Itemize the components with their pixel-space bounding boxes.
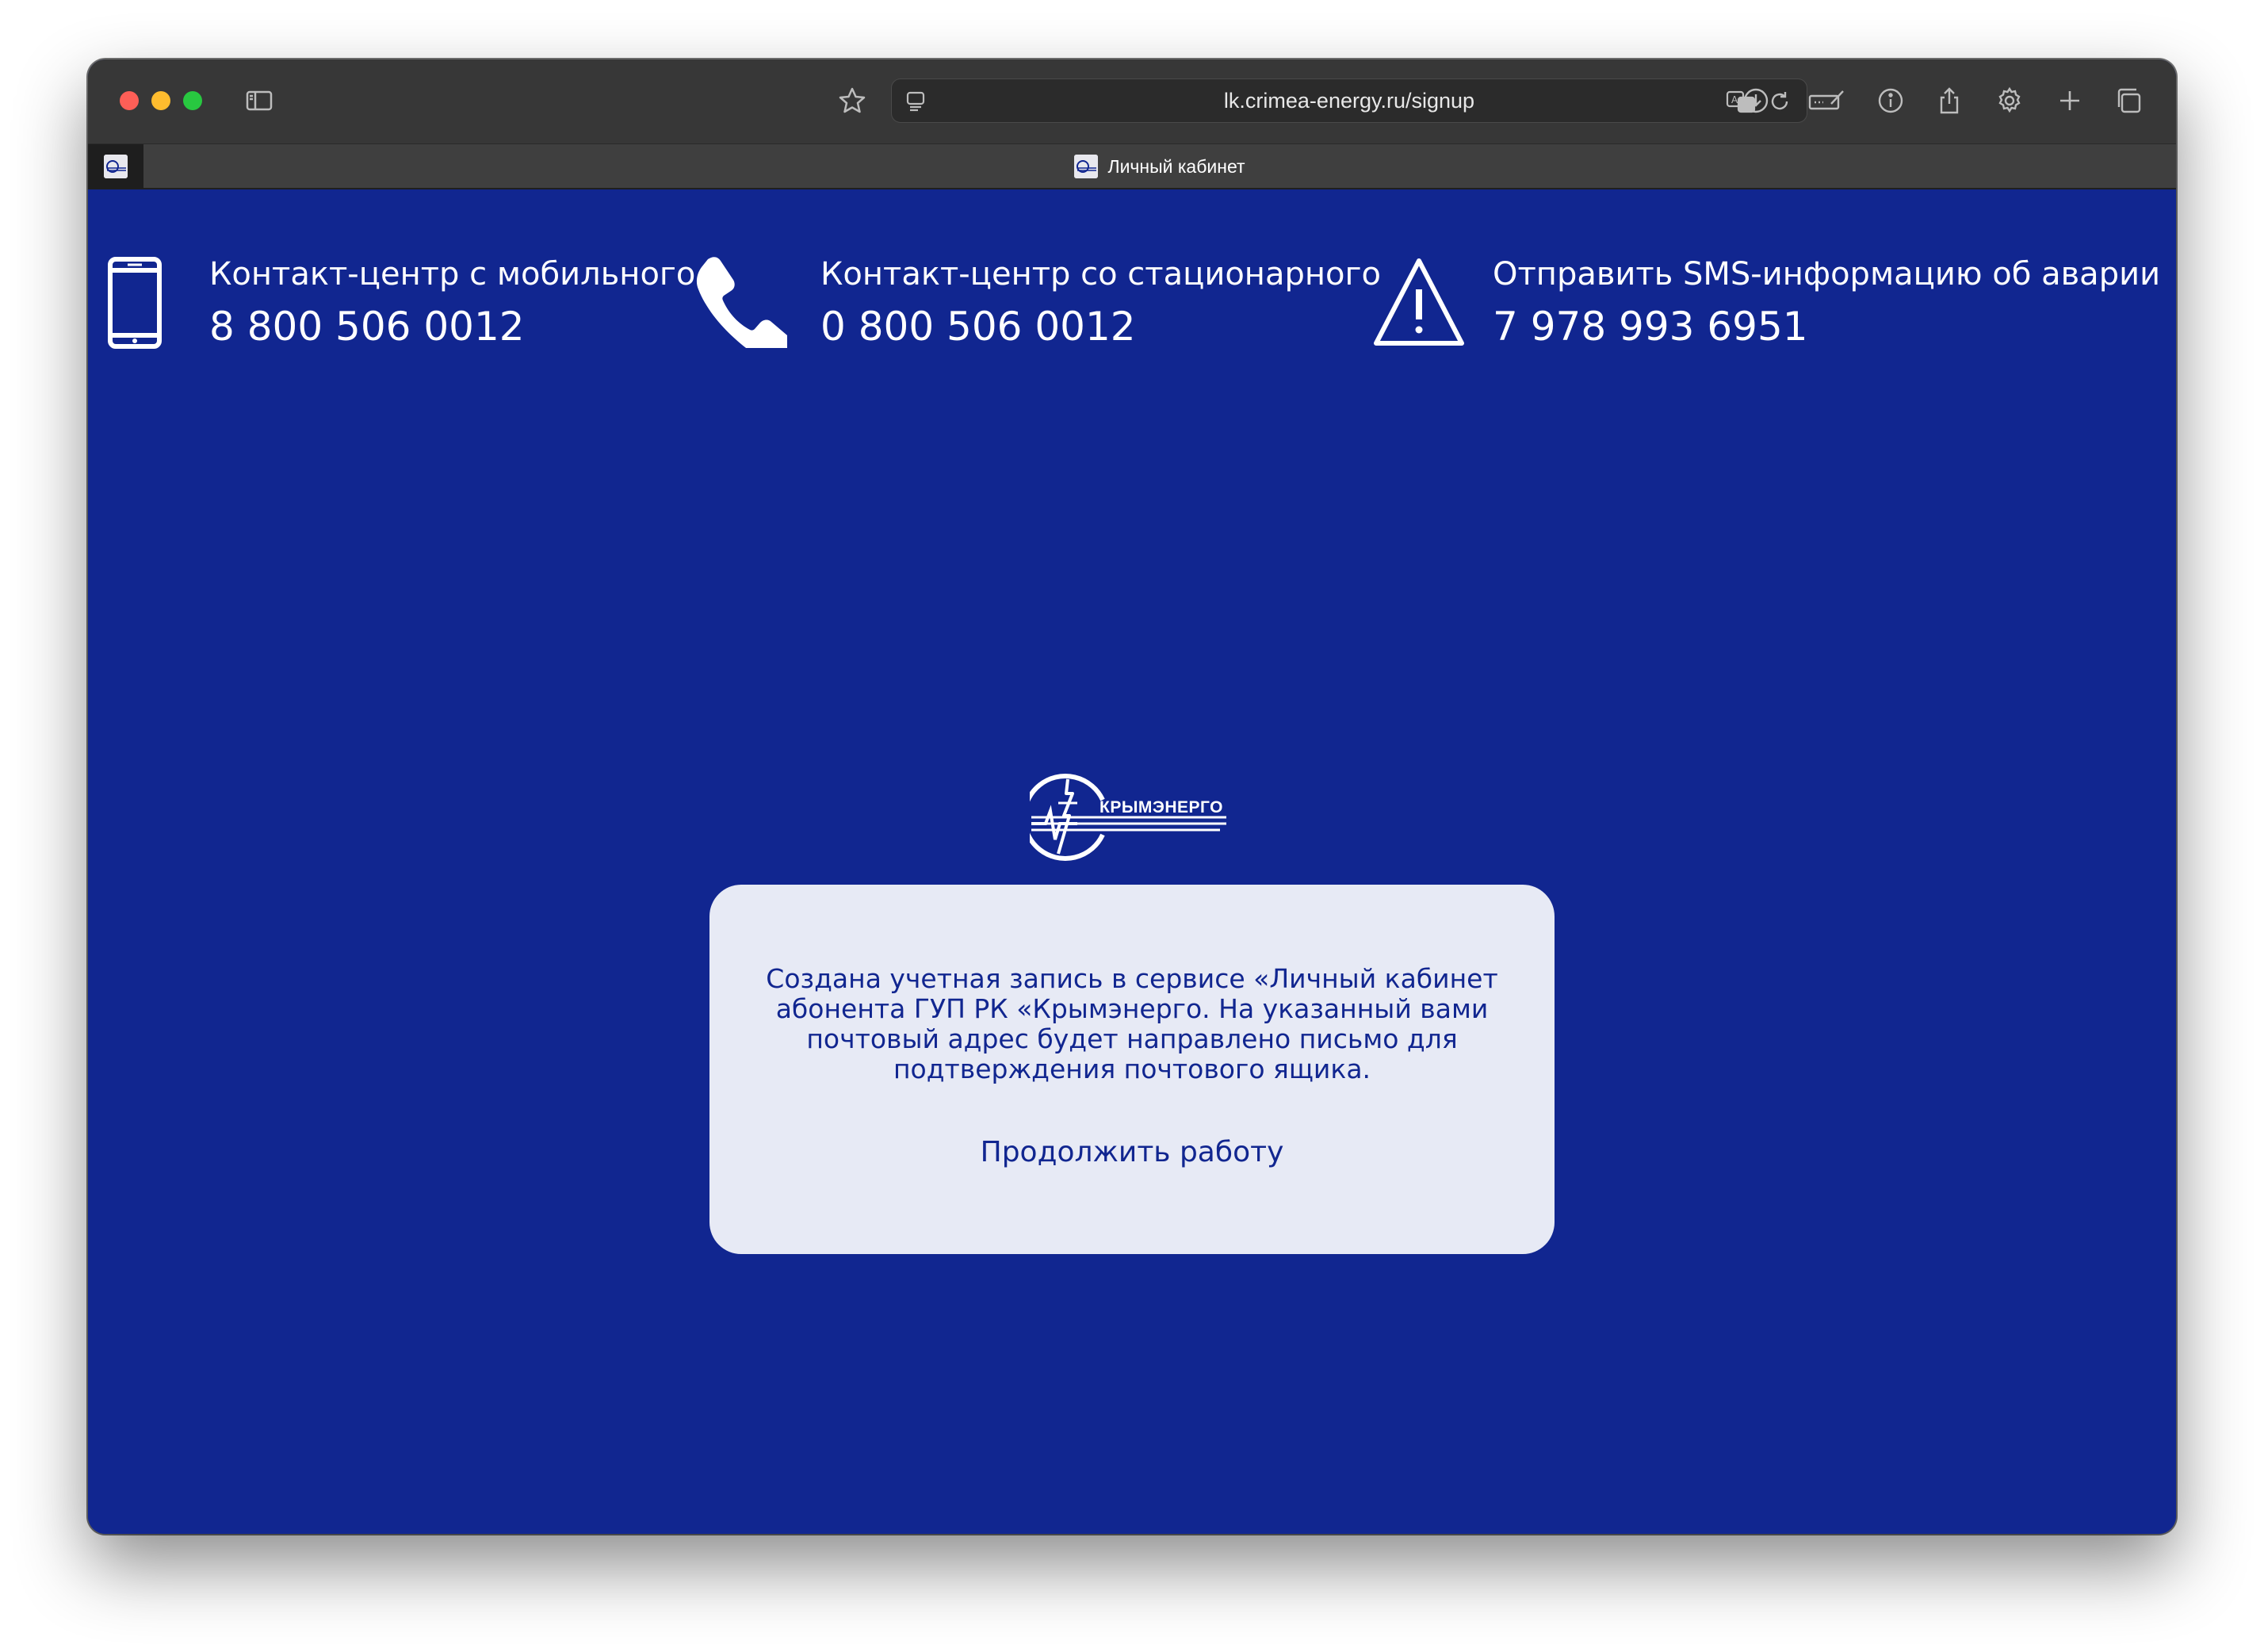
edit-icon[interactable] <box>1805 85 1848 117</box>
tab-active[interactable]: Личный кабинет <box>143 144 2176 189</box>
contact-label: Контакт-центр со стационарного <box>820 256 1381 293</box>
share-icon[interactable] <box>1933 85 1965 117</box>
contact-number[interactable]: 7 978 993 6951 <box>1493 304 1808 350</box>
minimize-window-button[interactable] <box>151 91 170 110</box>
signup-success-dialog: Создана учетная запись в сервисе «Личный… <box>709 885 1555 1254</box>
close-window-button[interactable] <box>120 91 139 110</box>
contact-number[interactable]: 0 800 506 0012 <box>820 304 1136 350</box>
pinned-tab[interactable] <box>88 144 143 189</box>
bookmark-star-icon[interactable] <box>836 85 868 117</box>
tab-overview-icon[interactable] <box>2113 85 2144 117</box>
new-tab-plus-icon[interactable] <box>2054 85 2086 117</box>
dialog-message: Создана учетная запись в сервисе «Личный… <box>766 963 1498 1084</box>
info-icon[interactable] <box>1875 85 1906 117</box>
contact-label: Контакт-центр с мобильного <box>209 256 696 293</box>
site-favicon-icon <box>104 155 128 178</box>
downloads-icon[interactable] <box>1740 85 1772 117</box>
contact-label: Отправить SMS-информацию об аварии <box>1493 256 2161 293</box>
tab-bar: Личный кабинет <box>88 143 2176 189</box>
tab-title: Личный кабинет <box>1107 155 1245 177</box>
logo-text: КРЫМЭНЕРГО <box>1099 798 1223 816</box>
sidebar-toggle-icon[interactable] <box>243 85 275 117</box>
zoom-window-button[interactable] <box>183 91 202 110</box>
url-text: lk.crimea-energy.ru/signup <box>1223 88 1475 113</box>
contact-number[interactable]: 8 800 506 0012 <box>209 304 525 350</box>
krymenergo-logo: КРЫМЭНЕРГО <box>1021 771 1230 863</box>
settings-gear-icon[interactable] <box>1994 85 2025 117</box>
warning-icon <box>1372 256 1466 351</box>
tab-favicon-icon <box>1074 155 1099 178</box>
svg-text:A: A <box>1731 94 1738 105</box>
continue-button[interactable]: Продолжить работу <box>709 1136 1555 1168</box>
browser-toolbar: lk.crimea-energy.ru/signup A <box>88 59 2176 143</box>
phone-handset-icon <box>695 256 790 360</box>
address-bar[interactable]: lk.crimea-energy.ru/signup A <box>891 78 1807 123</box>
browser-window: lk.crimea-energy.ru/signup A Личный каби… <box>88 59 2176 1534</box>
page-content: Контакт-центр с мобильного 8 800 506 001… <box>88 189 2176 1534</box>
mobile-phone-icon <box>107 256 163 353</box>
